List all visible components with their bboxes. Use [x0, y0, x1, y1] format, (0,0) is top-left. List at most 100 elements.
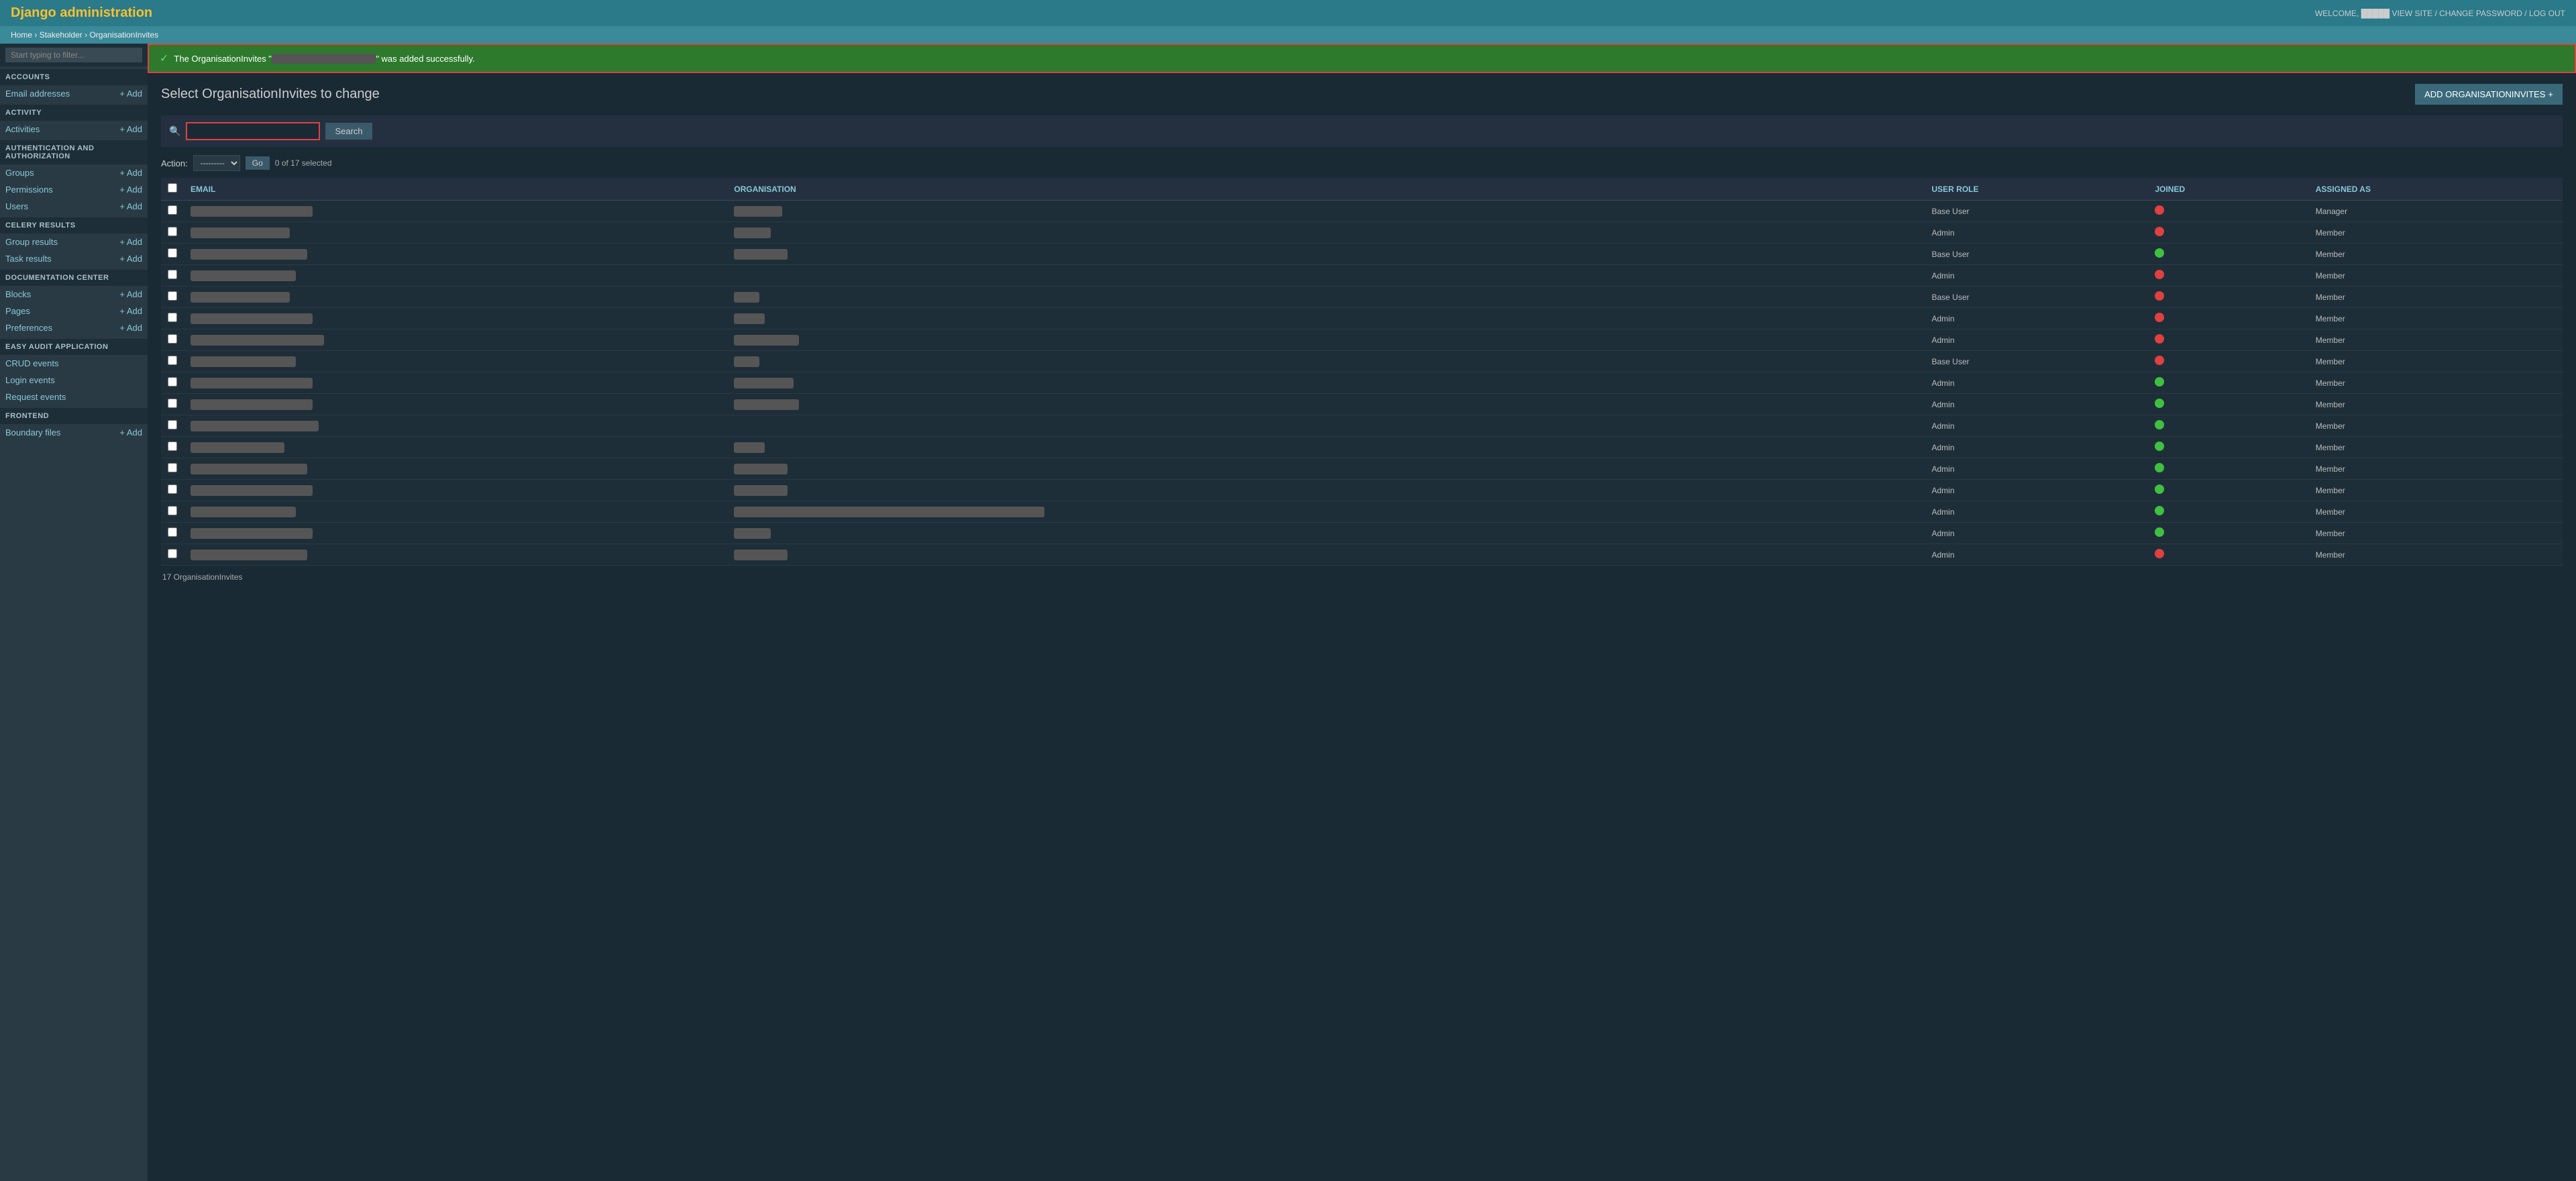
sidebar-filter: [0, 44, 148, 66]
row-user-role: Admin: [1925, 480, 2148, 501]
permissions-link[interactable]: Permissions: [5, 185, 53, 195]
users-link[interactable]: Users: [5, 201, 28, 211]
sidebar-item-request-events[interactable]: Request events: [0, 389, 148, 405]
sidebar-item-blocks[interactable]: Blocks + Add: [0, 286, 148, 303]
change-password-link[interactable]: CHANGE PASSWORD: [2439, 9, 2522, 18]
sidebar-item-preferences[interactable]: Preferences + Add: [0, 319, 148, 336]
sidebar-section-auth: AUTHENTICATION AND AUTHORIZATION: [0, 140, 148, 164]
sidebar-item-boundary-files[interactable]: Boundary files + Add: [0, 424, 148, 441]
row-checkbox[interactable]: [168, 334, 177, 344]
row-checkbox[interactable]: [168, 420, 177, 429]
view-site-link[interactable]: VIEW SITE: [2392, 9, 2432, 18]
pages-add[interactable]: + Add: [119, 306, 142, 316]
breadcrumb-stakeholder[interactable]: Stakeholder: [40, 30, 83, 40]
table-row: ████████████████████████████████████████…: [161, 501, 2563, 523]
row-checkbox[interactable]: [168, 484, 177, 494]
joined-yes-icon: [2155, 527, 2164, 537]
permissions-add[interactable]: + Add: [119, 185, 142, 195]
row-checkbox[interactable]: [168, 205, 177, 215]
row-joined: [2148, 523, 2308, 544]
col-user-role: USER ROLE: [1925, 178, 2148, 201]
row-checkbox[interactable]: [168, 463, 177, 472]
log-out-link[interactable]: LOG OUT: [2529, 9, 2565, 18]
table-row: █████████████████████AdminMember: [161, 222, 2563, 244]
row-checkbox[interactable]: [168, 506, 177, 515]
add-organisation-invites-button[interactable]: ADD ORGANISATIONINVITES +: [2415, 84, 2563, 105]
search-input[interactable]: [186, 122, 320, 140]
row-checkbox[interactable]: [168, 291, 177, 301]
email-addresses-add[interactable]: + Add: [119, 89, 142, 99]
sidebar-filter-input[interactable]: [5, 48, 142, 62]
action-select[interactable]: ---------: [193, 155, 240, 171]
activities-link[interactable]: Activities: [5, 124, 40, 134]
row-user-role: Admin: [1925, 308, 2148, 329]
blocks-add[interactable]: + Add: [119, 289, 142, 299]
success-message: ✓ The OrganisationInvites "█████████████…: [148, 44, 2576, 73]
preferences-add[interactable]: + Add: [119, 323, 142, 333]
add-icon: +: [2548, 89, 2553, 99]
row-checkbox[interactable]: [168, 270, 177, 279]
row-assigned-as: Member: [2309, 480, 2563, 501]
pages-link[interactable]: Pages: [5, 306, 30, 316]
row-user-role: Admin: [1925, 372, 2148, 394]
blocks-link[interactable]: Blocks: [5, 289, 31, 299]
breadcrumb-home[interactable]: Home: [11, 30, 32, 40]
search-button[interactable]: Search: [325, 123, 372, 140]
login-events-link[interactable]: Login events: [5, 375, 55, 385]
task-results-link[interactable]: Task results: [5, 254, 52, 264]
row-organisation: ████████: [727, 544, 1925, 566]
row-organisation: ██████████: [727, 394, 1925, 415]
sidebar-item-email-addresses[interactable]: Email addresses + Add: [0, 85, 148, 102]
row-joined: [2148, 480, 2308, 501]
sidebar-item-crud-events[interactable]: CRUD events: [0, 355, 148, 372]
email-addresses-link[interactable]: Email addresses: [5, 89, 70, 99]
row-checkbox[interactable]: [168, 527, 177, 537]
groups-link[interactable]: Groups: [5, 168, 34, 178]
row-user-role: Admin: [1925, 394, 2148, 415]
row-joined: [2148, 329, 2308, 351]
select-all-checkbox[interactable]: [168, 183, 177, 193]
row-checkbox[interactable]: [168, 377, 177, 387]
boundary-files-link[interactable]: Boundary files: [5, 427, 60, 438]
sidebar-item-pages[interactable]: Pages + Add: [0, 303, 148, 319]
boundary-files-add[interactable]: + Add: [119, 427, 142, 438]
row-joined: [2148, 351, 2308, 372]
request-events-link[interactable]: Request events: [5, 392, 66, 402]
crud-events-link[interactable]: CRUD events: [5, 358, 58, 368]
groups-add[interactable]: + Add: [119, 168, 142, 178]
preferences-link[interactable]: Preferences: [5, 323, 52, 333]
row-checkbox[interactable]: [168, 227, 177, 236]
users-add[interactable]: + Add: [119, 201, 142, 211]
task-results-add[interactable]: + Add: [119, 254, 142, 264]
sidebar-item-activities[interactable]: Activities + Add: [0, 121, 148, 138]
row-checkbox[interactable]: [168, 313, 177, 322]
activities-add[interactable]: + Add: [119, 124, 142, 134]
row-assigned-as: Member: [2309, 437, 2563, 458]
sidebar-item-permissions[interactable]: Permissions + Add: [0, 181, 148, 198]
joined-no-icon: [2155, 291, 2164, 301]
row-assigned-as: Member: [2309, 501, 2563, 523]
go-button[interactable]: Go: [246, 156, 270, 170]
row-joined: [2148, 222, 2308, 244]
row-checkbox[interactable]: [168, 549, 177, 558]
sidebar-item-login-events[interactable]: Login events: [0, 372, 148, 389]
row-email: ████████████████████: [184, 201, 727, 222]
success-item-name: ████████████████: [272, 54, 376, 64]
site-title: Django administration: [11, 5, 152, 21]
row-assigned-as: Member: [2309, 372, 2563, 394]
sidebar-item-users[interactable]: Users + Add: [0, 198, 148, 215]
row-checkbox[interactable]: [168, 248, 177, 258]
sidebar-item-task-results[interactable]: Task results + Add: [0, 250, 148, 267]
row-checkbox[interactable]: [168, 356, 177, 365]
sidebar-item-groups[interactable]: Groups + Add: [0, 164, 148, 181]
sidebar-item-group-results[interactable]: Group results + Add: [0, 234, 148, 250]
table-row: ███████████████████████████AdminMember: [161, 544, 2563, 566]
row-checkbox[interactable]: [168, 442, 177, 451]
joined-yes-icon: [2155, 420, 2164, 429]
group-results-add[interactable]: + Add: [119, 237, 142, 247]
add-button-label: ADD ORGANISATIONINVITES: [2424, 89, 2545, 99]
row-organisation: ███: [727, 351, 1925, 372]
row-user-role: Base User: [1925, 287, 2148, 308]
group-results-link[interactable]: Group results: [5, 237, 58, 247]
row-checkbox[interactable]: [168, 399, 177, 408]
